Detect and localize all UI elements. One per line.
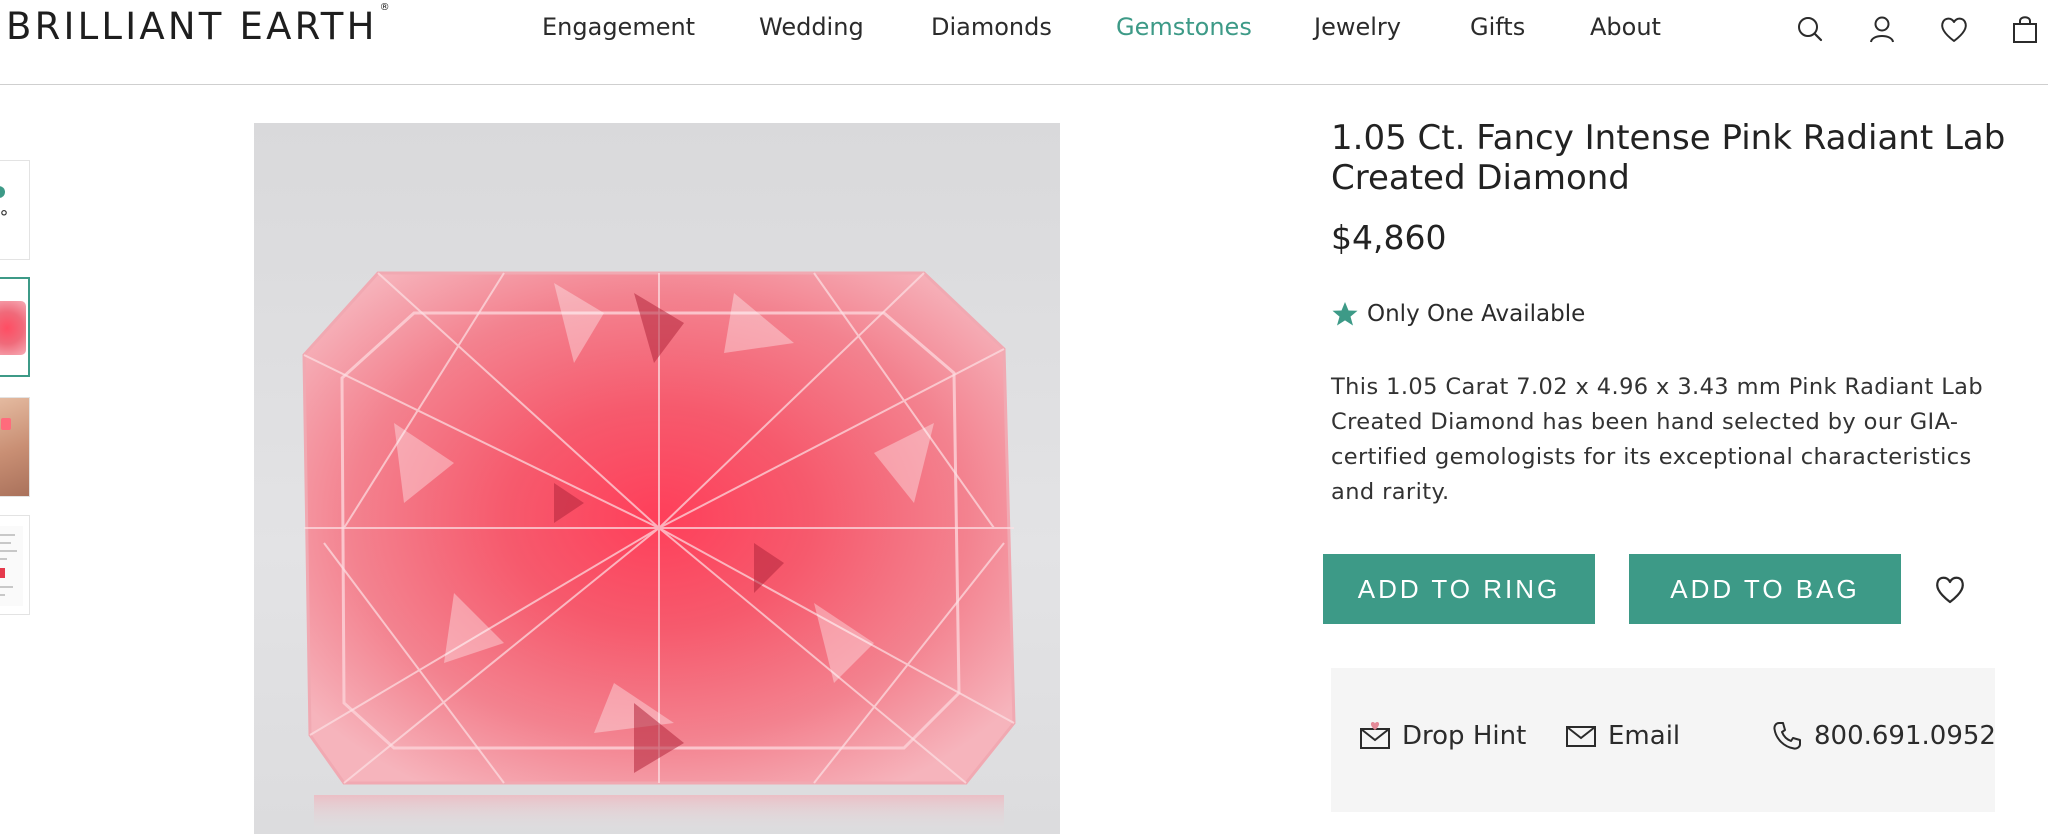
availability-status: Only One Available — [1331, 300, 1585, 328]
email-label: Email — [1608, 721, 1681, 751]
wishlist-heart-icon[interactable] — [1937, 12, 1971, 46]
add-to-ring-button[interactable]: ADD TO RING — [1323, 554, 1595, 624]
thumbnail-diamond-image — [0, 301, 26, 355]
thumbnail-360-label: 0° — [0, 207, 9, 228]
phone-link[interactable]: 800.691.0952 — [1771, 720, 1996, 752]
nav-jewelry[interactable]: Jewelry — [1314, 13, 1401, 41]
main-product-image[interactable] — [254, 123, 1060, 834]
drop-hint-link[interactable]: Drop Hint — [1359, 720, 1526, 752]
brand-logo-text: BRILLIANT EARTH — [6, 5, 378, 48]
site-header: BRILLIANT EARTH ® Engagement Wedding Diam… — [0, 0, 2048, 85]
account-icon[interactable] — [1865, 12, 1899, 46]
email-link[interactable]: Email — [1565, 720, 1680, 752]
add-to-wishlist-heart-icon[interactable] — [1932, 572, 1968, 606]
product-title: 1.05 Ct. Fancy Intense Pink Radiant Lab … — [1331, 118, 2006, 198]
product-description: This 1.05 Carat 7.02 x 4.96 x 3.43 mm Pi… — [1331, 374, 1984, 505]
rotate-360-icon — [0, 186, 5, 198]
shopping-bag-icon[interactable] — [2008, 12, 2042, 46]
thumbnail-hand-image — [0, 398, 29, 496]
star-icon — [1332, 302, 1358, 326]
nav-diamonds[interactable]: Diamonds — [931, 13, 1052, 41]
thumbnail-360-view[interactable]: 0° — [0, 160, 30, 260]
contact-options: Drop Hint Email 800.691.0952 — [1331, 668, 1996, 812]
registered-mark: ® — [379, 1, 390, 13]
nav-wedding[interactable]: Wedding — [759, 13, 864, 41]
thumbnail-hand-view[interactable] — [0, 397, 30, 497]
nav-engagement[interactable]: Engagement — [542, 13, 695, 41]
search-icon[interactable] — [1793, 12, 1827, 46]
thumbnail-certificate-image — [0, 526, 23, 606]
nav-gemstones[interactable]: Gemstones — [1116, 13, 1252, 41]
nav-gifts[interactable]: Gifts — [1470, 13, 1525, 41]
thumbnail-certificate[interactable] — [0, 515, 30, 615]
thumbnail-diamond-photo[interactable] — [0, 277, 30, 377]
brand-logo[interactable]: BRILLIANT EARTH ® — [6, 1, 390, 48]
product-price: $4,860 — [1331, 218, 1447, 257]
drop-hint-label: Drop Hint — [1402, 721, 1527, 751]
availability-text: Only One Available — [1367, 301, 1586, 327]
envelope-heart-icon — [1360, 722, 1390, 749]
nav-about[interactable]: About — [1590, 13, 1661, 41]
pink-radiant-diamond-image — [302, 271, 1016, 834]
phone-number: 800.691.0952 — [1814, 721, 1996, 751]
add-to-bag-button[interactable]: ADD TO BAG — [1629, 554, 1901, 624]
phone-icon — [1773, 722, 1801, 750]
envelope-icon — [1566, 726, 1596, 747]
